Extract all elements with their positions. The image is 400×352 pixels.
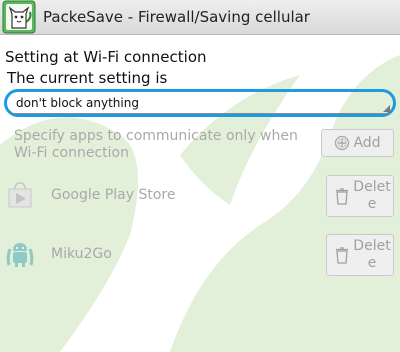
select-value: don't block anything	[16, 96, 139, 110]
trash-icon	[336, 247, 348, 264]
app-name: Miku2Go	[51, 246, 112, 262]
current-setting-label: The current setting is	[7, 69, 168, 87]
section-title: Setting at Wi-Fi connection	[5, 48, 207, 66]
trash-icon	[336, 188, 348, 205]
app-row-miku2go: Miku2Go Delete	[0, 231, 400, 277]
app-row-google-play-store: Google Play Store Delete	[0, 172, 400, 218]
specify-apps-description: Specify apps to communicate only when Wi…	[14, 128, 298, 161]
delete-button[interactable]: Delete	[326, 234, 394, 276]
add-circle-icon	[335, 135, 350, 151]
add-app-button[interactable]: Add	[321, 129, 394, 157]
block-mode-select[interactable]: don't block anything	[4, 89, 396, 117]
window-title: PackeSave - Firewall/Saving cellular	[43, 8, 310, 26]
add-button-label: Add	[353, 135, 381, 151]
dropdown-corner-icon	[383, 105, 390, 112]
delete-button-label: Delete	[353, 238, 391, 271]
title-bar: PackeSave - Firewall/Saving cellular	[0, 0, 400, 35]
google-play-store-icon	[8, 182, 32, 208]
select-field[interactable]: don't block anything	[12, 95, 390, 114]
delete-button[interactable]: Delete	[326, 175, 394, 217]
delete-button-label: Delete	[353, 179, 391, 212]
android-robot-icon	[6, 243, 34, 267]
packesave-cat-icon	[2, 0, 36, 34]
settings-content: Setting at Wi-Fi connection The current …	[0, 35, 400, 352]
app-name: Google Play Store	[51, 187, 176, 203]
